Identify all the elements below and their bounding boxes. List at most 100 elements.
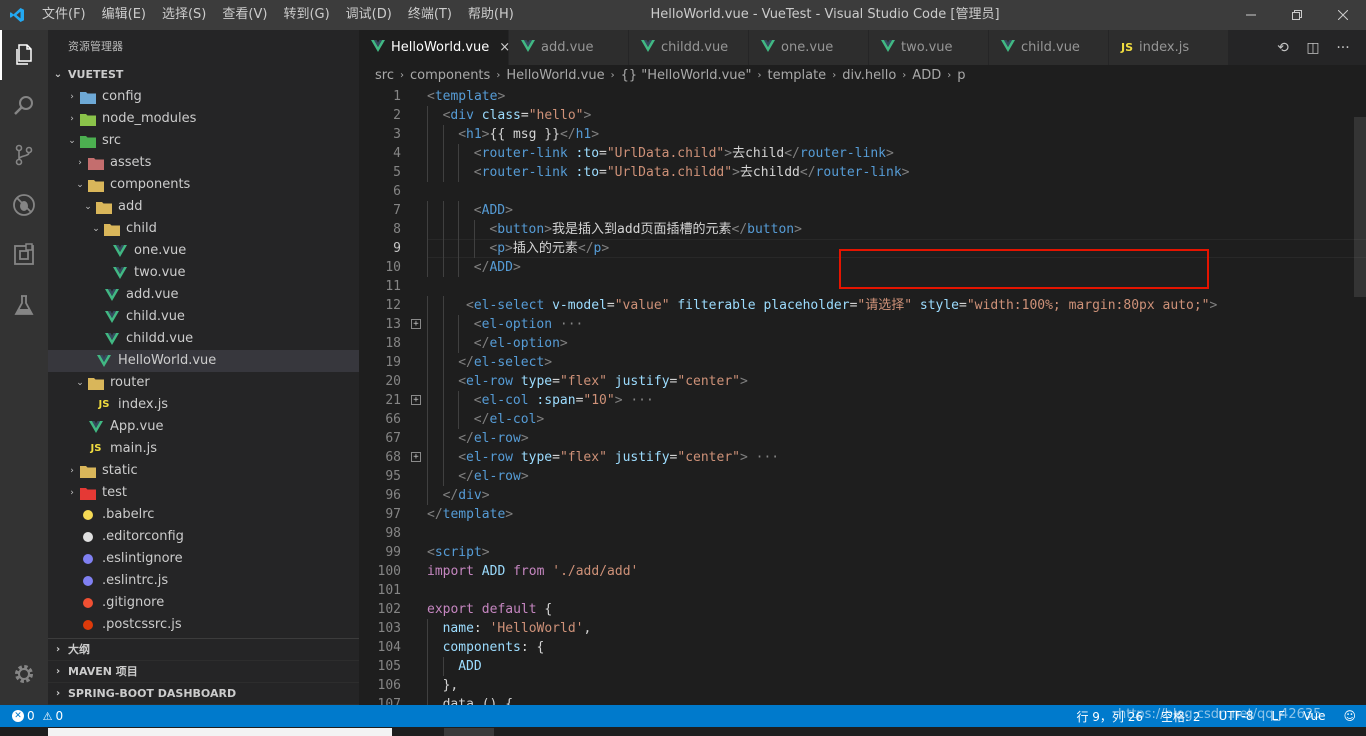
test-button[interactable] (0, 280, 48, 330)
sidebar-section-1[interactable]: › MAVEN 项目 (48, 661, 359, 683)
code-line[interactable]: 20 <el-row type="flex" justify="center"> (359, 372, 1366, 391)
code-line[interactable]: 1 <template> (359, 87, 1366, 106)
breadcrumb-item[interactable]: p (957, 65, 965, 87)
project-section-header[interactable]: ⌄ VUETEST (48, 64, 359, 86)
code-line[interactable]: 102 export default { (359, 600, 1366, 619)
fold-expand-icon[interactable]: + (411, 319, 421, 329)
tab-helloworld-vue[interactable]: HelloWorld.vue × (359, 30, 510, 65)
code-line[interactable]: 2 <div class="hello"> (359, 106, 1366, 125)
tree-item-test[interactable]: › test (48, 482, 359, 504)
code-editor[interactable]: 1 <template> 2 <div class="hello"> 3 <h1>{{ m… (359, 87, 1366, 705)
notification-icon[interactable]: ☺ (1343, 709, 1356, 723)
tab-one-vue[interactable]: one.vue (749, 30, 869, 65)
code-line[interactable]: 21 + <el-col :span="10"> ··· (359, 391, 1366, 410)
code-line[interactable]: 100 import ADD from './add/add' (359, 562, 1366, 581)
debug-button[interactable] (0, 180, 48, 230)
tab-childd-vue[interactable]: childd.vue (629, 30, 749, 65)
code-line[interactable]: 19 </el-select> (359, 353, 1366, 372)
tree-item-eslintrc-js[interactable]: .eslintrc.js (48, 570, 359, 592)
fold-expand-icon[interactable]: + (411, 452, 421, 462)
tree-item-babelrc[interactable]: .babelrc (48, 504, 359, 526)
breadcrumb-item[interactable]: components (410, 65, 490, 87)
breadcrumb-item[interactable]: div.hello (842, 65, 896, 87)
tree-item-helloworld-vue[interactable]: HelloWorld.vue (48, 350, 359, 372)
code-line[interactable]: 5 <router-link :to="UrlData.childd">去chil… (359, 163, 1366, 182)
code-line[interactable]: 101 (359, 581, 1366, 600)
minimize-button[interactable] (1228, 0, 1274, 30)
manage-button[interactable] (0, 649, 48, 699)
tree-item-index-js[interactable]: JS index.js (48, 394, 359, 416)
code-line[interactable]: 99 <script> (359, 543, 1366, 562)
tree-item-main-js[interactable]: JS main.js (48, 438, 359, 460)
scrollbar-thumb[interactable] (1354, 117, 1366, 297)
tab-two-vue[interactable]: two.vue (869, 30, 989, 65)
code-line[interactable]: 18 </el-option> (359, 334, 1366, 353)
code-line[interactable]: 104 components: { (359, 638, 1366, 657)
breadcrumb-item[interactable]: ADD (912, 65, 941, 87)
breadcrumb-item[interactable]: src (375, 65, 394, 87)
menu-item-3[interactable]: 查看(V) (214, 0, 275, 30)
tree-item-components[interactable]: ⌄ components (48, 174, 359, 196)
sidebar-section-0[interactable]: › 大纲 (48, 639, 359, 661)
tree-item-router[interactable]: ⌄ router (48, 372, 359, 394)
tree-item-postcssrc-js[interactable]: .postcssrc.js (48, 614, 359, 636)
vertical-scrollbar[interactable] (1352, 87, 1366, 705)
menu-item-0[interactable]: 文件(F) (34, 0, 94, 30)
code-line[interactable]: 6 (359, 182, 1366, 201)
menu-item-5[interactable]: 调试(D) (338, 0, 400, 30)
more-actions-button[interactable]: ··· (1328, 40, 1358, 56)
tab-index-js[interactable]: JS index.js (1109, 30, 1229, 65)
code-line[interactable]: 68 + <el-row type="flex" justify="center">… (359, 448, 1366, 467)
tree-item-src[interactable]: ⌄ src (48, 130, 359, 152)
code-line[interactable]: 103 name: 'HelloWorld', (359, 619, 1366, 638)
tree-item-assets[interactable]: › assets (48, 152, 359, 174)
restore-button[interactable] (1274, 0, 1320, 30)
source-control-button[interactable] (0, 130, 48, 180)
tree-item-add-vue[interactable]: add.vue (48, 284, 359, 306)
code-line[interactable]: 13 + <el-option ··· (359, 315, 1366, 334)
tree-item-node-modules[interactable]: › node_modules (48, 108, 359, 130)
menu-item-2[interactable]: 选择(S) (154, 0, 214, 30)
code-line[interactable]: 8 <button>我是插入到add页面插槽的元素</button> (359, 220, 1366, 239)
tab-child-vue[interactable]: child.vue (989, 30, 1109, 65)
menu-item-7[interactable]: 帮助(H) (460, 0, 522, 30)
problems-indicator[interactable]: ✕ 0 ⚠ 0 (0, 709, 63, 723)
code-line[interactable]: 3 <h1>{{ msg }}</h1> (359, 125, 1366, 144)
extensions-button[interactable] (0, 230, 48, 280)
tree-item-child[interactable]: ⌄ child (48, 218, 359, 240)
code-line[interactable]: 96 </div> (359, 486, 1366, 505)
open-changes-button[interactable]: ⟲ (1268, 40, 1298, 56)
menu-item-1[interactable]: 编辑(E) (94, 0, 154, 30)
code-line[interactable]: 66 </el-col> (359, 410, 1366, 429)
tree-item-static[interactable]: › static (48, 460, 359, 482)
tree-item-gitignore[interactable]: .gitignore (48, 592, 359, 614)
breadcrumb-item[interactable]: HelloWorld.vue (506, 65, 604, 87)
tree-item-editorconfig[interactable]: .editorconfig (48, 526, 359, 548)
search-button[interactable] (0, 80, 48, 130)
tree-item-child-vue[interactable]: child.vue (48, 306, 359, 328)
tree-item-eslintignore[interactable]: .eslintignore (48, 548, 359, 570)
tree-item-add[interactable]: ⌄ add (48, 196, 359, 218)
tab-add-vue[interactable]: add.vue (509, 30, 629, 65)
code-line[interactable]: 97 </template> (359, 505, 1366, 524)
code-line[interactable]: 7 <ADD> (359, 201, 1366, 220)
sidebar-section-2[interactable]: › SPRING-BOOT DASHBOARD (48, 683, 359, 705)
breadcrumb-item[interactable]: {} "HelloWorld.vue" (621, 65, 752, 87)
code-line[interactable]: 4 <router-link :to="UrlData.child">去child… (359, 144, 1366, 163)
code-line[interactable]: 12 <el-select v-model="value" filterable … (359, 296, 1366, 315)
menu-item-6[interactable]: 终端(T) (400, 0, 460, 30)
fold-expand-icon[interactable]: + (411, 395, 421, 405)
code-line[interactable]: 95 </el-row> (359, 467, 1366, 486)
code-line[interactable]: 98 (359, 524, 1366, 543)
code-line[interactable]: 105 ADD (359, 657, 1366, 676)
tree-item-one-vue[interactable]: one.vue (48, 240, 359, 262)
close-window-button[interactable] (1320, 0, 1366, 30)
breadcrumb-item[interactable]: template (768, 65, 827, 87)
tree-item-config[interactable]: › config (48, 86, 359, 108)
tree-item-app-vue[interactable]: App.vue (48, 416, 359, 438)
tree-item-childd-vue[interactable]: childd.vue (48, 328, 359, 350)
code-line[interactable]: 67 </el-row> (359, 429, 1366, 448)
menu-item-4[interactable]: 转到(G) (275, 0, 337, 30)
code-line[interactable]: 107 data () { (359, 695, 1366, 705)
tree-item-two-vue[interactable]: two.vue (48, 262, 359, 284)
